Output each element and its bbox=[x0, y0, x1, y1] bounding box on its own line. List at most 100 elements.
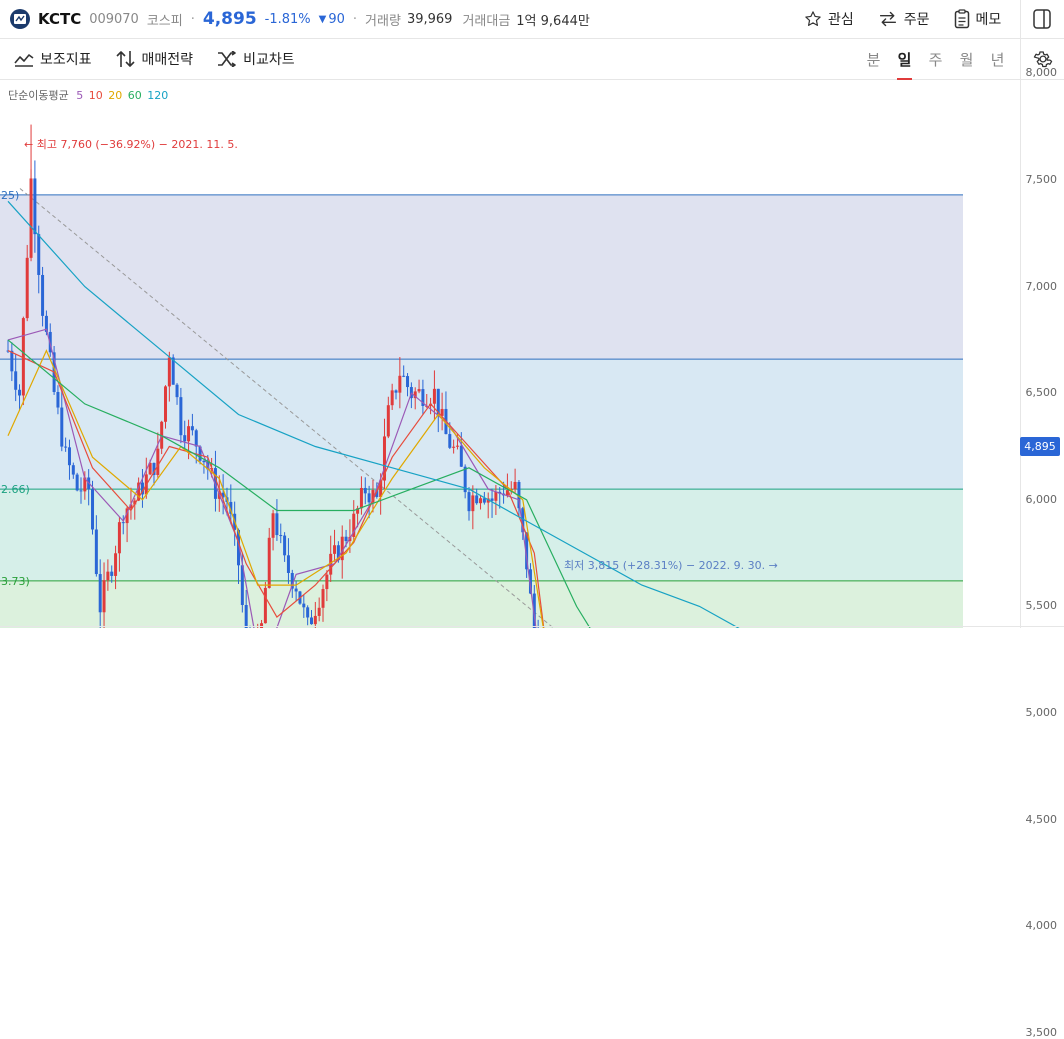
low-annotation: 최저 3,815 (+28.31%) − 2022. 9. 30. → bbox=[564, 559, 778, 572]
candle-body bbox=[79, 490, 83, 492]
candle-body bbox=[94, 529, 98, 575]
candle-body bbox=[398, 375, 402, 393]
period-tab-0[interactable]: 분 bbox=[858, 49, 889, 70]
stock-code: 009070 bbox=[89, 11, 139, 27]
top-bar: KCTC 009070 코스피 · 4,895 -1.81% ▼ 90 · 거래… bbox=[0, 0, 1064, 39]
panel-icon bbox=[1033, 9, 1051, 29]
order-label: 주문 bbox=[903, 12, 930, 28]
candle-body bbox=[110, 571, 114, 576]
candle-body bbox=[25, 257, 29, 319]
y-tick-label: 7,500 bbox=[1025, 173, 1058, 186]
candle-body bbox=[479, 498, 483, 504]
candle-body bbox=[156, 448, 160, 475]
candle-body bbox=[14, 371, 18, 390]
y-tick-label: 3,500 bbox=[1025, 1025, 1058, 1039]
compare-button[interactable]: 비교차트 bbox=[217, 49, 295, 69]
indicator-icon bbox=[14, 54, 34, 67]
y-tick-label: 4,500 bbox=[1025, 812, 1058, 826]
candle-body bbox=[494, 491, 498, 501]
candle-body bbox=[98, 574, 102, 613]
memo-button[interactable]: 메모 bbox=[954, 9, 1001, 29]
order-button[interactable]: 주문 bbox=[878, 9, 930, 29]
period-tab-3[interactable]: 월 bbox=[951, 49, 982, 70]
candle-body bbox=[432, 388, 436, 404]
candle-body bbox=[402, 375, 406, 377]
memo-icon bbox=[954, 9, 969, 29]
candle-body bbox=[333, 545, 337, 554]
candle-body bbox=[286, 555, 290, 573]
up-down-arrows-icon bbox=[115, 51, 135, 67]
period-tab-1[interactable]: 일 bbox=[889, 49, 920, 80]
candle-body bbox=[294, 588, 298, 592]
swap-arrows-icon bbox=[879, 11, 896, 27]
candle-body bbox=[455, 445, 459, 447]
candle-body bbox=[164, 386, 168, 422]
current-price: 4,895 bbox=[202, 9, 257, 29]
candle-body bbox=[202, 460, 206, 463]
candle-body bbox=[102, 580, 106, 613]
indicators-button[interactable]: 보조지표 bbox=[14, 49, 92, 69]
period-tab-4[interactable]: 년 bbox=[982, 49, 1013, 70]
candle-body bbox=[359, 487, 363, 509]
period-tab-2[interactable]: 주 bbox=[920, 49, 951, 70]
candle-body bbox=[386, 405, 390, 437]
candle-body bbox=[244, 604, 248, 628]
candle-body bbox=[267, 537, 271, 588]
candle-body bbox=[306, 607, 310, 618]
fib-label-3: 3.73) bbox=[1, 575, 30, 588]
change-arrow-icon: ▼ bbox=[318, 13, 327, 25]
candle-body bbox=[406, 376, 410, 388]
candle-body bbox=[390, 390, 394, 406]
candle-body bbox=[183, 435, 187, 442]
fib-band-1 bbox=[0, 359, 963, 490]
candle-body bbox=[175, 384, 179, 398]
candle-body bbox=[471, 495, 475, 512]
volume-value: 39,969 bbox=[406, 11, 453, 27]
amount-label: 거래대금 bbox=[462, 13, 511, 29]
strategy-label: 매매전략 bbox=[141, 52, 194, 68]
candle-body bbox=[33, 178, 37, 235]
candle-body bbox=[367, 493, 371, 503]
bottom-divider bbox=[0, 626, 1064, 627]
y-tick-label: 4,000 bbox=[1025, 919, 1058, 933]
candle-body bbox=[71, 465, 75, 475]
divider bbox=[1020, 0, 1021, 38]
candle-body bbox=[283, 535, 287, 556]
chart-toolbar: 보조지표 매매전략 비교차트 분일주월년 bbox=[0, 39, 1064, 80]
indicators-label: 보조지표 bbox=[40, 52, 92, 68]
strategy-button[interactable]: 매매전략 bbox=[115, 49, 194, 69]
candle-body bbox=[302, 603, 306, 608]
candle-body bbox=[60, 407, 64, 447]
candle-body bbox=[41, 274, 45, 316]
candle-body bbox=[448, 434, 452, 448]
y-tick-label: 5,000 bbox=[1025, 706, 1058, 719]
y-tick-label: 5,500 bbox=[1025, 599, 1058, 613]
fib-label-0: 25) bbox=[1, 189, 19, 202]
divider bbox=[1020, 39, 1021, 79]
separator-dot: · bbox=[190, 11, 195, 27]
candle-body bbox=[179, 397, 183, 436]
candle-body bbox=[167, 357, 171, 387]
candle-body bbox=[121, 522, 125, 524]
panel-toggle-button[interactable] bbox=[1033, 9, 1051, 33]
watch-button[interactable]: 관심 bbox=[804, 9, 854, 29]
volume-label: 거래량 bbox=[365, 13, 401, 29]
price-chart[interactable]: 25)2.66)3.73).80)5.08).21) bbox=[0, 80, 1020, 628]
candle-body bbox=[18, 389, 22, 396]
candle-body bbox=[271, 513, 275, 538]
candle-body bbox=[117, 522, 121, 554]
change-percent: -1.81% bbox=[264, 11, 311, 27]
candle-body bbox=[309, 617, 313, 625]
period-tabs: 분일주월년 bbox=[858, 39, 1013, 80]
current-price-tag: 4,895 bbox=[1020, 437, 1060, 456]
candle-body bbox=[10, 350, 14, 372]
candle-body bbox=[394, 390, 398, 393]
candle-body bbox=[114, 553, 118, 576]
candle-body bbox=[275, 513, 279, 536]
candle-body bbox=[475, 495, 479, 504]
candle-body bbox=[459, 445, 463, 467]
candle-body bbox=[317, 607, 321, 616]
candle-body bbox=[263, 587, 267, 624]
candle-body bbox=[67, 447, 71, 466]
candle-body bbox=[64, 446, 68, 448]
